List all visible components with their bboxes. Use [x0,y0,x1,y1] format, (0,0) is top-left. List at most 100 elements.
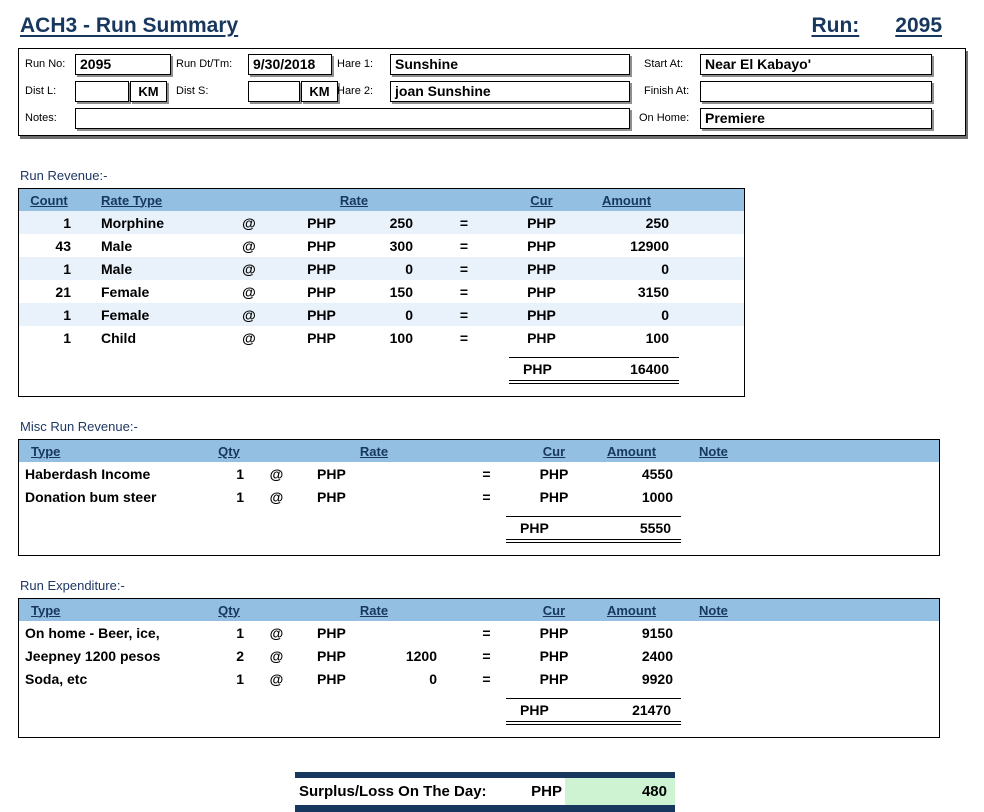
at-symbol: @ [242,329,256,346]
type-cell: Soda, etc [25,670,88,687]
table-row: 1 Child @ PHP 100 = PHP 100 [19,326,744,349]
expenditure-header-row: Type Qty Rate Cur Amount Note [19,599,939,621]
amount-cell: 12900 [630,237,669,254]
run-revenue-table: Count Rate Type Rate Cur Amount 1 Morphi… [18,188,745,397]
column-header-rate-type: Rate Type [101,192,163,208]
total-amount: 5550 [639,520,671,536]
table-row: 43 Male @ PHP 300 = PHP 12900 [19,234,744,257]
expenditure-section-label: Run Expenditure:- [20,578,125,593]
run-no-label: Run No: [25,58,66,70]
start-at-field[interactable]: Near El Kabayo' [700,54,932,75]
amount-cell: 4550 [641,465,673,482]
misc-revenue-total-row: PHP 5550 [19,516,939,543]
dist-s-field[interactable] [248,81,300,102]
rate-cell: 150 [389,283,413,300]
currency-cell: PHP [307,237,336,254]
currency-cell: PHP [307,329,336,346]
equals-symbol: = [482,488,491,505]
dist-l-label: Dist L: [25,85,57,97]
table-row: Haberdash Income 1 @ PHP = PHP 4550 [19,462,939,485]
currency-cell: PHP [317,488,346,505]
currency-cell: PHP [317,624,346,641]
rate-type-cell: Morphine [101,214,164,231]
column-header-rate: Rate [339,192,369,208]
at-symbol: @ [269,488,284,505]
equals-symbol: = [482,670,491,687]
column-header-note: Note [699,443,728,459]
misc-revenue-table: Type Qty Rate Cur Amount Note Haberdash … [18,439,940,556]
run-number: 2095 [895,14,942,37]
rate-type-cell: Female [101,283,150,300]
run-revenue-total: PHP 16400 [509,357,679,384]
hare2-label: Hare 2: [337,85,374,97]
currency-cell: PHP [317,465,346,482]
currency-cell: PHP [307,283,336,300]
rate-type-cell: Female [101,306,150,323]
type-cell: Donation bum steer [25,488,157,505]
rate-cell: 0 [405,306,413,323]
finish-at-label: Finish At: [644,85,690,97]
type-cell: Haberdash Income [25,465,151,482]
table-row: Soda, etc 1 @ PHP 0 = PHP 9920 [19,667,939,690]
currency-cell: PHP [527,306,556,323]
equals-symbol: = [459,214,469,231]
surplus-bottom-bar [295,805,675,812]
dist-s-unit: KM [301,81,338,102]
finish-at-field[interactable] [700,81,932,102]
amount-cell: 1000 [641,488,673,505]
run-no-field[interactable]: 2095 [75,54,171,75]
on-home-field[interactable]: Premiere [700,108,932,129]
rate-type-cell: Male [101,260,133,277]
equals-symbol: = [482,647,491,664]
dist-l-unit: KM [130,81,167,102]
hare1-field[interactable]: Sunshine [390,54,630,75]
rate-cell: 1200 [405,647,437,664]
count-cell: 21 [55,283,71,300]
currency-cell: PHP [539,488,569,505]
notes-field[interactable] [75,108,630,129]
run-label: Run: [811,14,860,37]
currency-cell: PHP [527,283,556,300]
at-symbol: @ [242,306,256,323]
count-cell: 1 [63,260,71,277]
start-at-label: Start At: [644,58,684,70]
table-row: 21 Female @ PHP 150 = PHP 3150 [19,280,744,303]
count-cell: 1 [63,306,71,323]
rate-cell: 0 [405,260,413,277]
run-dt-field[interactable]: 9/30/2018 [248,54,332,75]
table-row: 1 Morphine @ PHP 250 = PHP 250 [19,211,744,234]
table-row: On home - Beer, ice, 1 @ PHP = PHP 9150 [19,621,939,644]
run-revenue-header-row: Count Rate Type Rate Cur Amount [19,189,744,211]
currency-cell: PHP [307,214,336,231]
surplus-label: Surplus/Loss On The Day: [299,783,487,800]
column-header-type: Type [31,602,61,618]
rate-type-cell: Male [101,237,133,254]
rate-cell: 300 [389,237,413,254]
run-details-panel: Run No: 2095 Run Dt/Tm: 9/30/2018 Hare 1… [18,48,966,136]
qty-cell: 1 [236,465,244,482]
surplus-row: Surplus/Loss On The Day: PHP 480 [295,778,675,805]
table-row: 1 Male @ PHP 0 = PHP 0 [19,257,744,280]
at-symbol: @ [269,624,284,641]
rate-cell: 0 [429,670,437,687]
column-header-amount: Amount [606,602,657,618]
hare2-field[interactable]: joan Sunshine [390,81,630,102]
run-dt-label: Run Dt/Tm: [176,58,233,70]
column-header-cur: Cur [542,443,566,459]
notes-label: Notes: [25,112,57,124]
currency-cell: PHP [307,260,336,277]
total-amount: 16400 [630,361,669,377]
equals-symbol: = [459,237,469,254]
currency-cell: PHP [539,465,569,482]
type-cell: Jeepney 1200 pesos [25,647,161,664]
amount-cell: 0 [661,306,669,323]
column-header-amount: Amount [606,443,657,459]
column-header-cur: Cur [542,602,566,618]
currency-cell: PHP [307,306,336,323]
at-symbol: @ [242,214,256,231]
currency-cell: PHP [317,670,346,687]
currency-cell: PHP [527,329,556,346]
dist-l-field[interactable] [75,81,129,102]
misc-revenue-header-row: Type Qty Rate Cur Amount Note [19,440,939,462]
column-header-amount: Amount [601,192,652,208]
